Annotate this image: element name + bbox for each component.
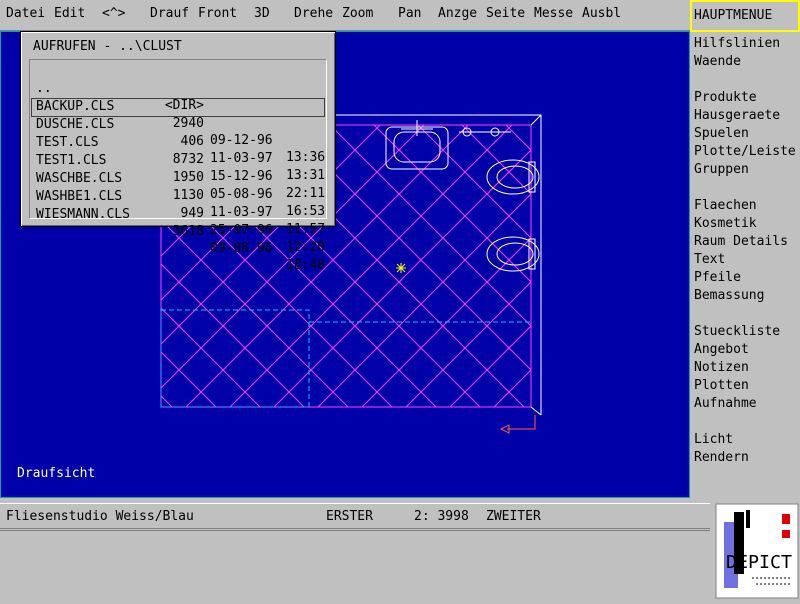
menu-3d[interactable]: 3D xyxy=(254,6,270,21)
file-row[interactable]: TEST.CLS 8732 15-12-96 22:11 xyxy=(32,117,325,201)
menu-pan[interactable]: Pan xyxy=(398,6,421,21)
sidebar-item-hilfslinien[interactable]: Hilfslinien xyxy=(694,36,780,51)
menu-zoom[interactable]: Zoom xyxy=(342,6,373,21)
main-menu-sidebar: HAUPTMENUE Hilfslinien Waende Produkte H… xyxy=(690,0,800,500)
sidebar-item-hausgeraete[interactable]: Hausgeraete xyxy=(694,108,780,123)
view-label: Draufsicht xyxy=(17,466,96,481)
sidebar-item-licht[interactable]: Licht xyxy=(694,432,733,447)
sidebar-item-notizen[interactable]: Notizen xyxy=(694,360,749,375)
file-row[interactable]: WASCHBE.CLS 1130 11-03-97 11:57 xyxy=(32,153,325,237)
menu-drehe[interactable]: Drehe xyxy=(294,6,333,21)
sidebar-item-text[interactable]: Text xyxy=(694,252,725,267)
sidebar-item-produkte[interactable]: Produkte xyxy=(694,90,757,105)
file-row[interactable]: BACKUP.CLS 2940 09-12-96 13:36 xyxy=(32,81,325,165)
sidebar-item-angebot[interactable]: Angebot xyxy=(694,342,749,357)
file-row[interactable]: WIESMANN.CLS 3618 09-08-96 18:48 xyxy=(32,189,325,273)
menu-messe[interactable]: Messe xyxy=(534,6,573,21)
file-row[interactable]: WASHBE1.CLS 949 25-07-96 12:20 xyxy=(32,171,325,255)
menu-front[interactable]: Front xyxy=(198,6,237,21)
status-count: 2: 3998 xyxy=(414,509,469,524)
sidebar-item-flaechen[interactable]: Flaechen xyxy=(694,198,757,213)
sidebar-item-waende[interactable]: Waende xyxy=(694,54,741,69)
depict-logo-icon: DEPICT xyxy=(715,503,799,599)
menu-ausbl[interactable]: Ausbl xyxy=(582,6,621,21)
file-row[interactable]: TEST1.CLS 1950 05-08-96 16:53 xyxy=(32,135,325,219)
sidebar-item-aufnahme[interactable]: Aufnahme xyxy=(694,396,757,411)
status-bar: Fliesenstudio Weiss/Blau ERSTER 2: 3998 … xyxy=(0,503,710,529)
open-file-dialog: AUFRUFEN - ..\CLUST .. <DIR> BACKUP.CLS … xyxy=(20,31,336,273)
menu-drauf[interactable]: Drauf xyxy=(150,6,189,21)
door-arrow-icon xyxy=(499,415,536,434)
sidebar-item-spuelen[interactable]: Spuelen xyxy=(694,126,749,141)
sidebar-item-gruppen[interactable]: Gruppen xyxy=(694,162,749,177)
menu-anzge[interactable]: Anzge xyxy=(438,6,477,21)
sidebar-item-bemassung[interactable]: Bemassung xyxy=(694,288,764,303)
menu-datei[interactable]: Datei xyxy=(6,6,45,21)
project-name: Fliesenstudio Weiss/Blau xyxy=(6,509,194,524)
file-row[interactable]: .. <DIR> xyxy=(32,63,324,113)
sidebar-item-stueckliste[interactable]: Stueckliste xyxy=(694,324,780,339)
sidebar-item-plotten[interactable]: Plotten xyxy=(694,378,749,393)
menu-bar: Datei Edit <^> Drauf Front 3D Drehe Zoom… xyxy=(0,0,690,31)
menu-seite[interactable]: Seite xyxy=(486,6,525,21)
washbasin-icon xyxy=(385,120,449,170)
status-first: ERSTER xyxy=(326,509,373,524)
sidebar-item-rendern[interactable]: Rendern xyxy=(694,450,749,465)
sidebar-item-pfeile[interactable]: Pfeile xyxy=(694,270,741,285)
sidebar-item-plotte-leiste[interactable]: Plotte/Leiste xyxy=(694,144,796,159)
main-menu-header[interactable]: HAUPTMENUE xyxy=(690,0,800,32)
command-line-area[interactable] xyxy=(0,530,710,601)
menu-edit[interactable]: Edit xyxy=(54,6,85,21)
status-second: ZWEITER xyxy=(486,509,541,524)
dialog-title: AUFRUFEN - ..\CLUST xyxy=(33,39,182,54)
depict-logo: DEPICT xyxy=(712,500,800,600)
cursor-marker-icon xyxy=(396,263,406,273)
logo-text: DEPICT xyxy=(726,552,792,573)
sidebar-item-kosmetik[interactable]: Kosmetik xyxy=(694,216,757,231)
sidebar-item-raum-details[interactable]: Raum Details xyxy=(694,234,788,249)
file-row-selected[interactable]: DUSCHE.CLS 406 11-03-97 13:31 xyxy=(31,98,325,183)
file-list[interactable]: .. <DIR> BACKUP.CLS 2940 09-12-96 13:36 … xyxy=(29,59,327,273)
menu-undo[interactable]: <^> xyxy=(102,6,125,21)
